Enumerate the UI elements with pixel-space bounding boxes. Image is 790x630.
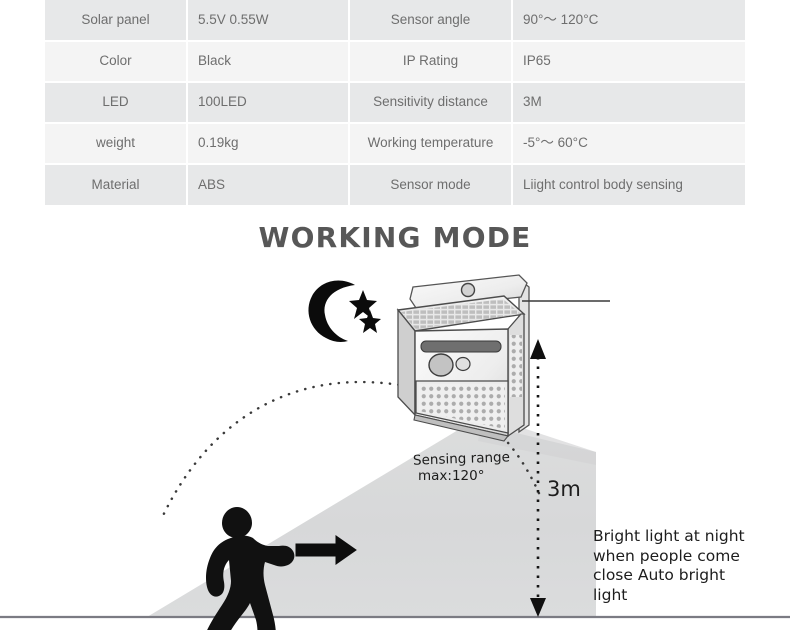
sensing-range-label: Sensing range: [412, 449, 511, 469]
specification-table: Solar panel 5.5V 0.55W Sensor angle 90°～…: [45, 0, 745, 205]
spec-label-ip-rating: IP Rating: [349, 41, 513, 83]
spec-value-working-temperature: -5°～ 60°C: [512, 123, 745, 165]
spec-label-weight: weight: [45, 123, 188, 165]
device-mount-hole: [460, 282, 476, 298]
table-row: Color Black IP Rating IP65: [45, 41, 745, 83]
table-row: weight 0.19kg Working temperature -5°～ 6…: [45, 123, 745, 165]
device-side-leds: [510, 335, 522, 397]
spec-value-sensor-mode: Liight control body sensing: [512, 164, 745, 205]
measure-arrow-up: [530, 339, 546, 359]
height-label: 3m: [547, 477, 581, 501]
description-text: Bright light at night when people come c…: [593, 527, 745, 604]
working-mode-diagram: Sensing range max:120° 3m Bright light a…: [0, 265, 790, 630]
spec-label-sensor-mode: Sensor mode: [349, 164, 513, 205]
device-pir-sensor: [428, 353, 454, 377]
spec-label-working-temperature: Working temperature: [349, 123, 513, 165]
spec-value-weight: 0.19kg: [187, 123, 350, 165]
spec-value-led: 100LED: [187, 82, 350, 124]
star-small: [359, 310, 381, 333]
solar-led-wall-light-icon: [396, 274, 530, 442]
spec-value-sensor-angle: 90°～ 120°C: [512, 0, 745, 42]
spec-label-led: LED: [45, 82, 188, 124]
person-head: [222, 507, 252, 538]
table-row: Solar panel 5.5V 0.55W Sensor angle 90°～…: [45, 0, 745, 42]
spec-value-color: Black: [187, 41, 350, 83]
spec-label-sensitivity-distance: Sensitivity distance: [349, 82, 513, 124]
spec-label-color: Color: [45, 41, 188, 83]
spec-value-solar-panel: 5.5V 0.55W: [187, 0, 350, 42]
spec-value-material: ABS: [187, 164, 350, 205]
table-row: Material ABS Sensor mode Liight control …: [45, 164, 745, 205]
page-title: WORKING MODE: [258, 221, 532, 254]
spec-label-sensor-angle: Sensor angle: [349, 0, 513, 42]
device-light-sensor: [455, 356, 471, 372]
spec-label-solar-panel: Solar panel: [45, 0, 188, 42]
crescent-moon-and-stars-icon: [308, 280, 381, 342]
spec-table-body: Solar panel 5.5V 0.55W Sensor angle 90°～…: [45, 0, 745, 205]
device-sensor-slot: [420, 340, 502, 353]
spec-value-ip-rating: IP65: [512, 41, 745, 83]
sensing-range-max-label: max:120°: [418, 468, 485, 484]
table-row: LED 100LED Sensitivity distance 3M: [45, 82, 745, 124]
crescent-moon-shape: [308, 280, 355, 342]
product-spec-page: Solar panel 5.5V 0.55W Sensor angle 90°～…: [0, 0, 790, 630]
spec-value-sensitivity-distance: 3M: [512, 82, 745, 124]
star-large: [349, 290, 377, 319]
spec-label-material: Material: [45, 164, 188, 205]
